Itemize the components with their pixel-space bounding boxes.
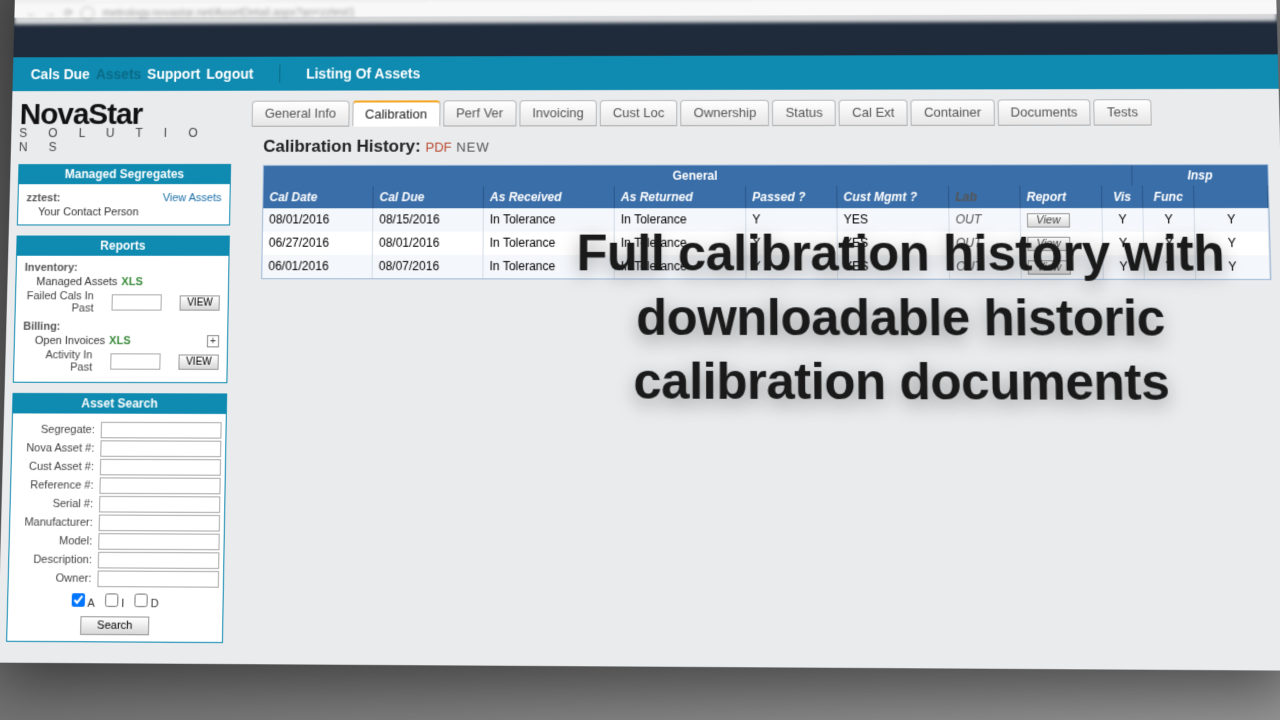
th-as-received[interactable]: As Received [484,186,615,208]
failed-cals-input[interactable] [112,294,162,310]
th-passed[interactable]: Passed ? [746,186,837,208]
tab-cust-loc[interactable]: Cust Loc [600,100,678,126]
activity-view-btn[interactable]: VIEW [179,354,219,369]
tab-documents[interactable]: Documents [997,99,1091,125]
logo-subtitle: S O L U T I O N S [19,126,232,154]
view-assets-link[interactable]: View Assets [162,192,221,204]
section-title: Calibration History: [263,137,421,156]
tab-status[interactable]: Status [772,100,836,126]
th-cust-mgmt[interactable]: Cust Mgmt ? [837,186,949,208]
th-last [1194,186,1268,209]
tab-general-info[interactable]: General Info [252,101,350,127]
nav-assets[interactable]: Assets [96,66,142,82]
lbl-manufacturer: Manufacturer: [18,516,93,529]
expand-icon[interactable]: + [207,335,219,347]
activity-input[interactable] [110,353,160,369]
inp-owner[interactable] [97,570,219,587]
cb-d[interactable]: D [134,594,159,611]
tab-tests[interactable]: Tests [1094,99,1152,125]
nav-support[interactable]: Support [147,66,200,82]
new-link[interactable]: NEW [456,140,490,155]
lbl-cust-asset: Cust Asset #: [20,461,95,474]
inventory-label: Inventory: [25,262,221,274]
billing-label: Billing: [23,321,219,334]
address-bar[interactable]: ←→⟳ metrology.novastar.net/AssetDetail.a… [14,0,1277,25]
th-lab[interactable]: Lab [949,186,1021,208]
th-vis[interactable]: Vis [1102,186,1143,208]
open-invoices-xls[interactable]: XLS [109,335,131,347]
inp-reference[interactable] [99,477,220,494]
nav-logout[interactable]: Logout [206,66,253,82]
zztest-label: zztest: [26,192,60,204]
lbl-segregate: Segregate: [20,424,95,437]
th-func[interactable]: Func [1143,186,1195,208]
failed-cals-label: Failed Cals In Past [24,290,94,314]
browser-chrome: NovaStar Solutions - Metrol…× ←→⟳ metrol… [14,0,1276,18]
inp-manufacturer[interactable] [99,515,220,532]
col-group-insp: Insp [1132,165,1268,185]
managed-assets-label: Managed Assets [36,276,117,288]
inp-nova-asset[interactable] [100,440,221,457]
marketing-overlay: Full calibration history with downloadab… [255,221,1280,416]
activity-label: Activity In Past [22,349,93,374]
lbl-description: Description: [17,553,92,566]
panel-reports: Reports [16,236,230,256]
nav-cals-due[interactable]: Cals Due [30,66,90,82]
th-cal-due[interactable]: Cal Due [373,186,484,208]
open-invoices-label: Open Invoices [35,335,106,347]
cb-i[interactable]: I [105,593,125,610]
tab-perf-ver[interactable]: Perf Ver [443,100,516,126]
nav-listing[interactable]: Listing Of Assets [306,65,420,81]
pdf-link[interactable]: PDF [426,140,452,155]
inp-cust-asset[interactable] [100,459,221,476]
managed-assets-xls[interactable]: XLS [121,276,143,288]
panel-asset-search: Asset Search [12,393,227,414]
lbl-reference: Reference #: [19,479,94,492]
failed-cals-view-btn[interactable]: VIEW [180,295,220,310]
tab-ownership[interactable]: Ownership [681,100,770,126]
browser-window: NovaStar Solutions - Metrol…× ←→⟳ metrol… [0,0,1280,671]
app-nav: Cals Due Assets Support Logout Listing O… [12,54,1278,91]
lbl-nova-asset: Nova Asset #: [20,442,95,455]
lbl-model: Model: [18,535,93,548]
search-button[interactable]: Search [80,616,150,635]
tab-container[interactable]: Container [911,99,995,125]
inp-segregate[interactable] [101,422,222,439]
lbl-owner: Owner: [17,572,92,585]
site-info-icon[interactable] [81,6,95,20]
lbl-serial: Serial #: [19,498,94,511]
detail-tabs: General InfoCalibrationPerf VerInvoicing… [252,99,1280,127]
inp-description[interactable] [98,552,220,569]
cb-a[interactable]: A [72,593,95,610]
panel-managed-segregates: Managed Segregates [18,164,231,184]
tab-invoicing[interactable]: Invoicing [519,100,597,126]
inp-model[interactable] [98,533,220,550]
col-group-general: General [264,165,1133,186]
sidebar: NovaStar S O L U T I O N S Managed Segre… [0,91,240,664]
tab-cal-ext[interactable]: Cal Ext [839,100,908,126]
th-as-returned[interactable]: As Returned [615,186,746,208]
logo: NovaStar [19,101,232,128]
main-content: General InfoCalibrationPerf VerInvoicing… [231,89,1280,671]
th-report[interactable]: Report [1020,186,1102,208]
th-cal-date[interactable]: Cal Date [263,186,373,208]
tab-calibration[interactable]: Calibration [352,100,440,126]
inp-serial[interactable] [99,496,220,513]
contact-person: Your Contact Person [26,206,221,218]
